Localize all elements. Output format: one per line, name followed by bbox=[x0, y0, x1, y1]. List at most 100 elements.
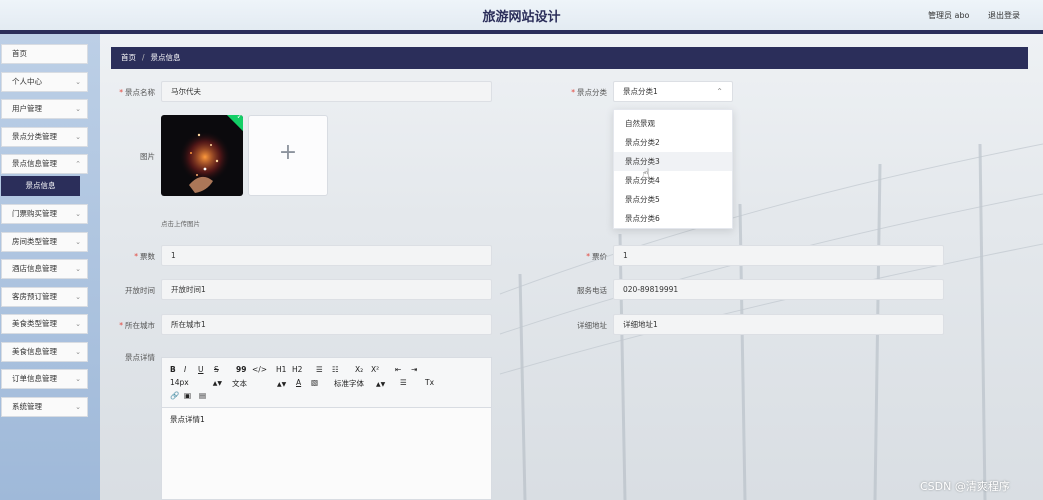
text-format-select[interactable]: 文本 ▲▼ bbox=[232, 378, 286, 389]
main-content: 首页 / 景点信息 * 景点名称 马尔代夫 * 景点分类 景点分类1 ⌃ 图片 ✓ + 点… bbox=[100, 34, 1043, 500]
category-select-value: 景点分类1 bbox=[623, 87, 658, 96]
image-icon[interactable]: ▣ bbox=[184, 391, 191, 400]
dropdown-option[interactable]: 自然景观 bbox=[614, 114, 732, 133]
sidebar-item-label: 个人中心 bbox=[12, 77, 42, 86]
dropdown-option[interactable]: 景点分类6 bbox=[614, 209, 732, 228]
uploaded-image[interactable]: ✓ bbox=[161, 115, 243, 196]
sidebar-item-food-type-management[interactable]: 美食类型管理 ⌄ bbox=[1, 314, 88, 334]
sidebar-item-label: 美食信息管理 bbox=[12, 347, 57, 356]
open-time-input[interactable]: 开放时间1 bbox=[161, 279, 492, 300]
sidebar-item-user-management[interactable]: 用户管理 ⌄ bbox=[1, 99, 88, 119]
category-label: * 景点分类 bbox=[560, 87, 607, 98]
subscript-button[interactable]: X₂ bbox=[355, 365, 363, 374]
font-size-value: 14px bbox=[170, 378, 189, 387]
city-input[interactable]: 所在城市1 bbox=[161, 314, 492, 335]
background-color-button[interactable]: ▧ bbox=[311, 378, 318, 387]
chevron-down-icon: ⌄ bbox=[75, 238, 81, 246]
sidebar-item-booking-management[interactable]: 客房预订管理 ⌄ bbox=[1, 287, 88, 307]
sidebar-item-scenic-info-management[interactable]: 景点信息管理 ⌃ bbox=[1, 154, 88, 174]
sidebar-item-ticket-management[interactable]: 门票购买管理 ⌄ bbox=[1, 204, 88, 224]
font-size-select[interactable]: 14px ▲▼ bbox=[170, 378, 222, 387]
sidebar-item-room-type-management[interactable]: 房间类型管理 ⌄ bbox=[1, 232, 88, 252]
scenic-name-label-text: 景点名称 bbox=[125, 88, 155, 97]
scenic-name-label: * 景点名称 bbox=[110, 87, 155, 98]
strike-button[interactable]: S bbox=[214, 365, 219, 374]
sidebar-item-label: 酒店信息管理 bbox=[12, 264, 57, 273]
sidebar-item-label: 景点分类管理 bbox=[12, 132, 57, 141]
category-label-text: 景点分类 bbox=[577, 88, 607, 97]
breadcrumb-separator: / bbox=[142, 53, 145, 62]
price-input[interactable]: 1 bbox=[613, 245, 944, 266]
price-label: * 票价 bbox=[560, 251, 607, 262]
breadcrumb-current: 景点信息 bbox=[150, 53, 181, 62]
details-label: 景点详情 bbox=[125, 353, 155, 362]
sidebar-item-label: 首页 bbox=[12, 49, 27, 58]
ordered-list-button[interactable]: ☰ bbox=[316, 365, 323, 374]
dropdown-option[interactable]: 景点分类2 bbox=[614, 133, 732, 152]
tickets-input[interactable]: 1 bbox=[161, 245, 492, 266]
price-label-text: 票价 bbox=[592, 252, 607, 261]
sidebar-item-home[interactable]: 首页 bbox=[1, 44, 88, 64]
chevron-down-icon: ⌄ bbox=[75, 348, 81, 356]
sidebar-item-label: 门票购买管理 bbox=[12, 209, 57, 218]
editor-content[interactable]: 景点详情1 bbox=[170, 414, 205, 425]
chevron-down-icon: ⌄ bbox=[75, 210, 81, 218]
sidebar-item-category-management[interactable]: 景点分类管理 ⌄ bbox=[1, 127, 88, 147]
sidebar-item-label: 美食类型管理 bbox=[12, 319, 57, 328]
check-icon: ✓ bbox=[236, 115, 243, 121]
italic-button[interactable]: I bbox=[184, 365, 186, 374]
phone-input[interactable]: 020-89819991 bbox=[613, 279, 944, 300]
tickets-label-text: 票数 bbox=[140, 252, 155, 261]
chevron-up-icon: ⌃ bbox=[716, 87, 723, 96]
image-upload-button[interactable]: + bbox=[248, 115, 328, 196]
indent-button[interactable]: ⇥ bbox=[411, 365, 417, 374]
sidebar-item-label: 订单信息管理 bbox=[12, 374, 57, 383]
plus-icon: + bbox=[278, 140, 298, 165]
category-select[interactable]: 景点分类1 ⌃ bbox=[613, 81, 733, 102]
link-icon[interactable]: 🔗 bbox=[170, 391, 179, 400]
bold-button[interactable]: B bbox=[170, 365, 176, 374]
scenic-name-input[interactable]: 马尔代夫 bbox=[161, 81, 492, 102]
sidebar-item-label: 客房预订管理 bbox=[12, 292, 57, 301]
quote-button[interactable]: 99 bbox=[236, 365, 246, 374]
sidebar-item-personal-center[interactable]: 个人中心 ⌄ bbox=[1, 72, 88, 92]
underline-button[interactable]: U bbox=[198, 365, 204, 374]
clear-format-button[interactable]: Tx bbox=[425, 378, 434, 387]
app-title: 旅游网站设计 bbox=[482, 10, 561, 25]
sidebar-item-label: 景点信息管理 bbox=[12, 159, 57, 168]
font-color-button[interactable]: A bbox=[296, 378, 301, 387]
chevron-down-icon: ⌄ bbox=[75, 105, 81, 113]
required-mark: * bbox=[119, 321, 123, 330]
phone-label: 服务电话 bbox=[577, 286, 607, 295]
sidebar-item-hotel-management[interactable]: 酒店信息管理 ⌄ bbox=[1, 259, 88, 279]
dropdown-option-hovered[interactable]: 景点分类3 bbox=[614, 152, 732, 171]
chevron-down-icon: ⌄ bbox=[75, 78, 81, 86]
rich-text-editor: B I U S 99 </> H1 H2 ☰ ☷ X₂ X² ⇤ ⇥ 14px ▲… bbox=[161, 357, 492, 500]
sidebar-item-order-management[interactable]: 订单信息管理 ⌄ bbox=[1, 369, 88, 389]
h2-button[interactable]: H2 bbox=[292, 365, 302, 374]
sidebar-subitem-scenic-info[interactable]: 景点信息 bbox=[1, 176, 80, 196]
video-icon[interactable]: ▤ bbox=[199, 391, 206, 400]
breadcrumb-home[interactable]: 首页 bbox=[121, 53, 136, 62]
sidebar-item-system-management[interactable]: 系统管理 ⌄ bbox=[1, 397, 88, 417]
superscript-button[interactable]: X² bbox=[371, 365, 379, 374]
logout-link[interactable]: 退出登录 bbox=[988, 10, 1020, 21]
select-arrow-icon: ▲▼ bbox=[212, 380, 222, 387]
editor-toolbar: B I U S 99 </> H1 H2 ☰ ☷ X₂ X² ⇤ ⇥ 14px ▲… bbox=[162, 358, 491, 408]
required-mark: * bbox=[119, 88, 123, 97]
breadcrumb: 首页 / 景点信息 bbox=[111, 47, 1028, 69]
h1-button[interactable]: H1 bbox=[276, 365, 286, 374]
upload-hint: 点击上传图片 bbox=[161, 220, 200, 228]
address-input[interactable]: 详细地址1 bbox=[613, 314, 944, 335]
select-arrow-icon: ▲▼ bbox=[376, 381, 386, 388]
bullet-list-button[interactable]: ☷ bbox=[332, 365, 339, 374]
dropdown-option[interactable]: 景点分类5 bbox=[614, 190, 732, 209]
code-block-button[interactable]: </> bbox=[252, 365, 267, 374]
align-button[interactable]: ☰ bbox=[400, 378, 407, 387]
sidebar-item-food-info-management[interactable]: 美食信息管理 ⌄ bbox=[1, 342, 88, 362]
outdent-button[interactable]: ⇤ bbox=[395, 365, 401, 374]
category-dropdown: 自然景观 景点分类2 景点分类3 景点分类4 景点分类5 景点分类6 bbox=[613, 109, 733, 229]
dropdown-option[interactable]: 景点分类4 bbox=[614, 171, 732, 190]
font-family-select[interactable]: 标准字体 ▲▼ bbox=[334, 378, 385, 389]
sidebar-item-label: 系统管理 bbox=[12, 402, 42, 411]
